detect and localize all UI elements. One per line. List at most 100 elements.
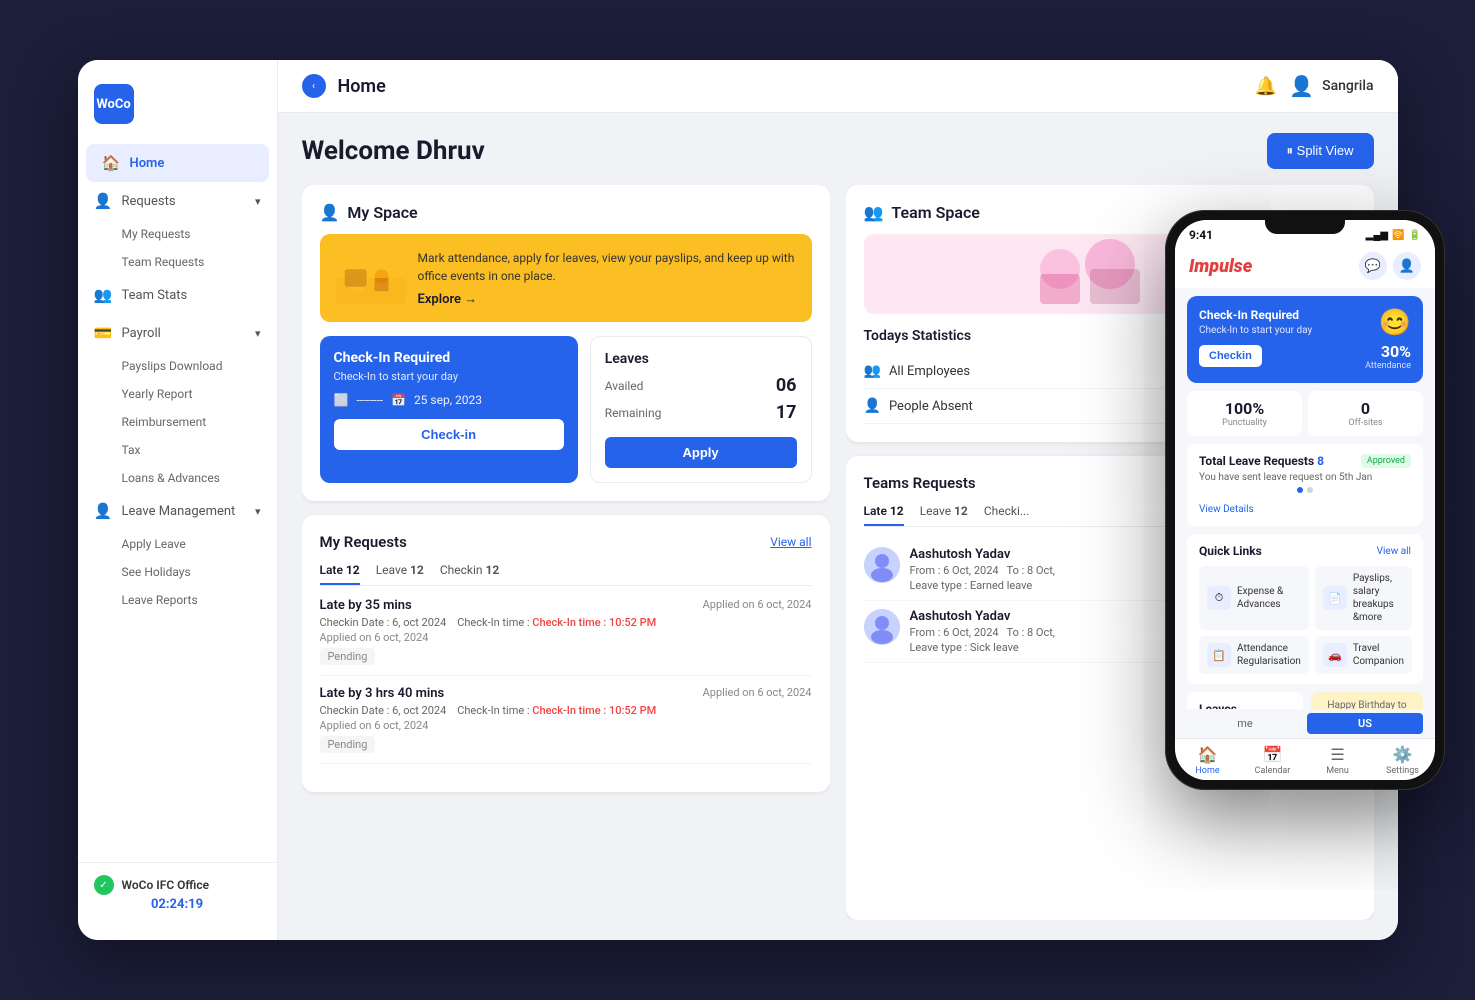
sidebar-nav: 🏠 Home 👤 Requests ▾ My Requests Team Req… <box>78 144 277 862</box>
team-stats-icon: 👥 <box>94 286 112 304</box>
view-all-quick-links[interactable]: View all <box>1377 546 1411 557</box>
requests-tabs: Late 12 Leave 12 Checkin 12 <box>320 563 812 586</box>
request1-details: Checkin Date : 6, oct 2024 Check-In time… <box>320 616 812 629</box>
sidebar-item-apply-leave[interactable]: Apply Leave <box>78 530 277 558</box>
office-status-dot: ✓ <box>94 875 114 895</box>
sidebar-item-home[interactable]: 🏠 Home <box>86 144 269 182</box>
settings-tab-icon: ⚙️ <box>1393 745 1413 764</box>
phone-leave-info: You have sent leave request on 5th Jan <box>1199 472 1411 483</box>
phone-chat-icon[interactable]: 💬 <box>1359 252 1387 280</box>
ql-item-attendance[interactable]: 📋 Attendance Regularisation <box>1199 636 1309 674</box>
all-employees-label: 👥 All Employees <box>864 363 971 379</box>
phone-stats-row: 100% Punctuality 0 Off-sites <box>1187 391 1423 436</box>
tab-late-count: 12 <box>346 563 360 577</box>
phone-tab-calendar[interactable]: 📅 Calendar <box>1240 745 1305 776</box>
sidebar-item-tax[interactable]: Tax <box>78 436 277 464</box>
person1-details: Aashutosh Yadav From : 6 Oct, 2024 To : … <box>910 547 1055 592</box>
phone-checkin-button[interactable]: Checkin <box>1199 345 1262 367</box>
offsites-stat: 0 Off-sites <box>1308 391 1423 436</box>
checkin-icon: ⬜ <box>334 393 349 407</box>
home-tab-label: Home <box>1195 766 1219 776</box>
us-button[interactable]: US <box>1307 713 1423 734</box>
user-name: Sangrila <box>1322 78 1373 94</box>
payroll-arrow-icon: ▾ <box>255 327 261 340</box>
sidebar-item-leave-management[interactable]: 👤 Leave Management ▾ <box>78 492 277 530</box>
sidebar-home-label: Home <box>130 156 165 171</box>
emoji-face: 😊 <box>1379 308 1411 338</box>
phone-leave-requests-header: Total Leave Requests 8 Approved <box>1199 454 1411 468</box>
tr-tab-late[interactable]: Late 12 <box>864 504 904 526</box>
banner-illustration <box>336 248 406 308</box>
sidebar-item-leave-reports[interactable]: Leave Reports <box>78 586 277 614</box>
person2-name: Aashutosh Yadav <box>910 609 1055 624</box>
content-header: Welcome Dhruv ⏸ Split View <box>302 133 1374 169</box>
sidebar-team-stats-label: Team Stats <box>122 288 188 303</box>
leaves-card: Leaves Availed 06 Remaining 17 <box>590 336 812 483</box>
phone-time: 9:41 <box>1189 228 1213 242</box>
me-button[interactable]: me <box>1187 713 1303 734</box>
ql-item-expense[interactable]: ⏱ Expense & Advances <box>1199 566 1309 630</box>
request2-applied: Applied on 6 oct, 2024 <box>703 686 812 699</box>
sidebar-item-yearly-report[interactable]: Yearly Report <box>78 380 277 408</box>
phone-profile-icon[interactable]: 👤 <box>1393 252 1421 280</box>
ql-item-payslips[interactable]: 📄 Payslips, salary breakups &more <box>1315 566 1412 630</box>
tab-leave[interactable]: Leave 12 <box>376 563 424 585</box>
sidebar-logo: WoCo <box>78 76 277 144</box>
availed-value: 06 <box>776 375 797 396</box>
sidebar-item-loans[interactable]: Loans & Advances <box>78 464 277 492</box>
tab-checkin[interactable]: Checkin 12 <box>440 563 499 585</box>
request1-checkin-date: Checkin Date : 6, oct 2024 <box>320 616 447 629</box>
sidebar-item-requests[interactable]: 👤 Requests ▾ <box>78 182 277 220</box>
sidebar-item-team-stats[interactable]: 👥 Team Stats <box>78 276 277 314</box>
tr-tab-leave[interactable]: Leave 12 <box>920 504 968 526</box>
offsites-label: Off-sites <box>1316 418 1415 428</box>
phone-header-icons: 💬 👤 <box>1359 252 1421 280</box>
apply-leave-button[interactable]: Apply <box>605 437 797 468</box>
page-title: Home <box>338 76 386 97</box>
sidebar-item-see-holidays[interactable]: See Holidays <box>78 558 277 586</box>
sidebar-item-payroll[interactable]: 💳 Payroll ▾ <box>78 314 277 352</box>
welcome-heading: Welcome Dhruv <box>302 136 485 166</box>
split-view-button[interactable]: ⏸ Split View <box>1267 133 1374 169</box>
ql-travel-label: Travel Companion <box>1353 642 1404 668</box>
user-avatar-icon: 👤 <box>1289 74 1314 98</box>
logo-box: WoCo <box>94 84 134 124</box>
phone-screen: 9:41 ▂▄▆ 🛜 🔋 Impulse 💬 👤 <box>1175 220 1435 780</box>
calendar-tab-label: Calendar <box>1255 766 1291 776</box>
notification-bell-icon[interactable]: 🔔 <box>1255 76 1277 97</box>
tr-tab-checkin[interactable]: Checki... <box>984 504 1030 526</box>
request1-applied: Applied on 6 oct, 2024 <box>703 598 812 611</box>
people-absent-icon: 👤 <box>864 398 881 414</box>
sidebar-item-reimbursement[interactable]: Reimbursement <box>78 408 277 436</box>
ql-item-travel[interactable]: 🚗 Travel Companion <box>1315 636 1412 674</box>
tab-leave-label: Leave <box>376 563 407 577</box>
wifi-icon: 🛜 <box>1392 230 1404 241</box>
explore-link[interactable]: Explore → <box>418 291 796 307</box>
sidebar-collapse-button[interactable]: ‹ <box>302 74 326 98</box>
user-info[interactable]: 👤 Sangrila <box>1289 74 1373 98</box>
phone-tab-menu[interactable]: ☰ Menu <box>1305 745 1370 776</box>
sidebar-item-payslips[interactable]: Payslips Download <box>78 352 277 380</box>
home-tab-icon: 🏠 <box>1198 745 1218 764</box>
request2-details: Checkin Date : 6, oct 2024 Check-In time… <box>320 704 812 717</box>
birthday-card: Happy Birthday to 🎂 Shruti Ahlawat +2 mo… <box>1311 692 1423 709</box>
view-all-requests-link[interactable]: View all <box>770 535 811 549</box>
header-right: 🔔 👤 Sangrila <box>1255 74 1374 98</box>
calendar-icon: 📅 <box>391 393 406 407</box>
view-details-link[interactable]: View Details <box>1199 504 1254 515</box>
dot-2 <box>1307 487 1313 493</box>
checkin-button[interactable]: Check-in <box>334 419 564 450</box>
leaves-availed-row: Availed 06 <box>605 375 797 396</box>
sidebar-item-my-requests[interactable]: My Requests <box>78 220 277 248</box>
phone-tab-home[interactable]: 🏠 Home <box>1175 745 1240 776</box>
tab-late[interactable]: Late 12 <box>320 563 360 585</box>
checkin-date: 25 sep, 2023 <box>414 393 482 407</box>
sidebar: WoCo 🏠 Home 👤 Requests ▾ My Requests Tea… <box>78 60 278 940</box>
punctuality-label: Punctuality <box>1195 418 1294 428</box>
office-badge: ✓ WoCo IFC Office <box>94 875 261 895</box>
team-space-title: Team Space <box>891 203 980 222</box>
availed-label: Availed <box>605 379 644 393</box>
phone-tab-settings[interactable]: ⚙️ Settings <box>1370 745 1435 776</box>
sidebar-item-team-requests[interactable]: Team Requests <box>78 248 277 276</box>
calendar-tab-icon: 📅 <box>1263 745 1283 764</box>
